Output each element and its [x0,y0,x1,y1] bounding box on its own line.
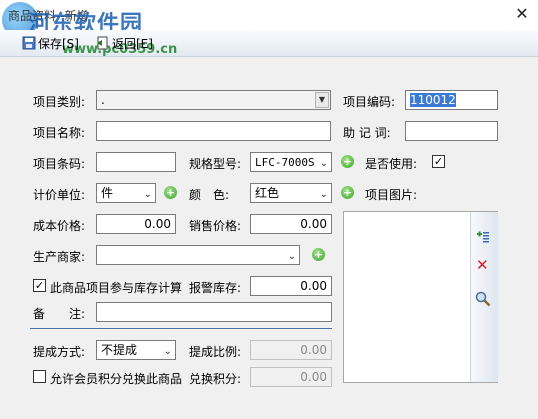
sale-field[interactable]: 0.00 [250,214,332,234]
code-value: 110012 [410,93,456,107]
unit-select[interactable]: 件 ⌄ [96,183,156,203]
chevron-down-icon: ⌄ [287,251,296,262]
maker-label: 生产商家: [33,250,86,264]
maker-select[interactable]: ⌄ [96,245,300,265]
category-value: . [101,93,105,107]
stock-check-label: 此商品项目参与库存计算 [50,281,183,295]
code-label: 项目编码: [343,95,396,109]
code-field[interactable]: 110012 [405,90,498,110]
unit-label: 计价单位: [33,188,86,202]
alarm-label: 报警库存: [189,281,242,295]
color-value: 红色 [255,186,280,200]
image-label: 项目图片: [365,188,418,202]
commission-mode-value: 不提成 [101,343,138,357]
cost-field[interactable]: 0.00 [96,214,176,234]
commission-ratio-label: 提成比例: [189,345,242,359]
points-label: 兑换积分: [189,372,242,386]
save-icon [22,36,36,50]
divider [30,328,332,329]
back-button[interactable]: 返回[E] [96,35,153,53]
spec-label: 规格型号: [189,157,242,171]
add-unit-icon[interactable]: + [164,186,177,199]
spec-select[interactable]: LFC-7000S ⌄ [250,152,332,172]
chevron-down-icon: ⌄ [319,158,328,169]
add-color-icon[interactable]: + [341,186,354,199]
color-select[interactable]: 红色 ⌄ [250,183,332,203]
category-select[interactable]: . ▼ [96,90,331,110]
magnifier-icon[interactable] [475,291,491,307]
note-field[interactable] [96,302,332,322]
commission-ratio-field[interactable]: 0.00 [250,340,332,360]
barcode-label: 项目条码: [33,157,86,171]
commission-mode-label: 提成方式: [33,345,86,359]
mnemonic-field[interactable] [405,121,498,141]
note-label: 备 注: [33,307,86,321]
name-field[interactable] [96,121,331,141]
category-label: 项目类别: [33,95,86,109]
barcode-field[interactable] [96,152,176,172]
delete-icon[interactable]: ✕ [476,256,489,274]
add-image-icon[interactable] [476,229,490,243]
back-icon [96,36,110,50]
points-check-checkbox[interactable] [33,370,46,383]
mnemonic-label: 助 记 词: [343,126,391,140]
back-button-label: 返回[E] [112,37,153,51]
alarm-field[interactable]: 0.00 [250,276,332,296]
in-use-label: 是否使用: [365,157,418,171]
points-field[interactable]: 0.00 [250,367,332,387]
add-maker-icon[interactable]: + [312,248,325,261]
cost-label: 成本价格: [33,219,86,233]
save-button-label: 保存[S] [38,37,79,51]
unit-value: 件 [101,186,114,200]
stock-check-checkbox[interactable]: ✓ [33,279,46,292]
commission-mode-select[interactable]: 不提成 ⌄ [96,340,176,360]
save-button[interactable]: 保存[S] [22,35,79,53]
chevron-down-icon: ⌄ [143,189,152,200]
spec-value: LFC-7000S [255,156,315,169]
sale-label: 销售价格: [189,219,242,233]
name-label: 项目名称: [33,126,86,140]
chevron-down-icon: ▼ [315,92,329,108]
chevron-down-icon: ⌄ [163,346,172,357]
add-spec-icon[interactable]: + [341,155,354,168]
in-use-checkbox[interactable]: ✓ [432,155,445,168]
close-icon[interactable]: ✕ [511,3,533,25]
color-label: 颜 色: [189,188,230,202]
chevron-down-icon: ⌄ [319,189,328,200]
points-check-label: 允许会员积分兑换此商品 [50,372,183,386]
